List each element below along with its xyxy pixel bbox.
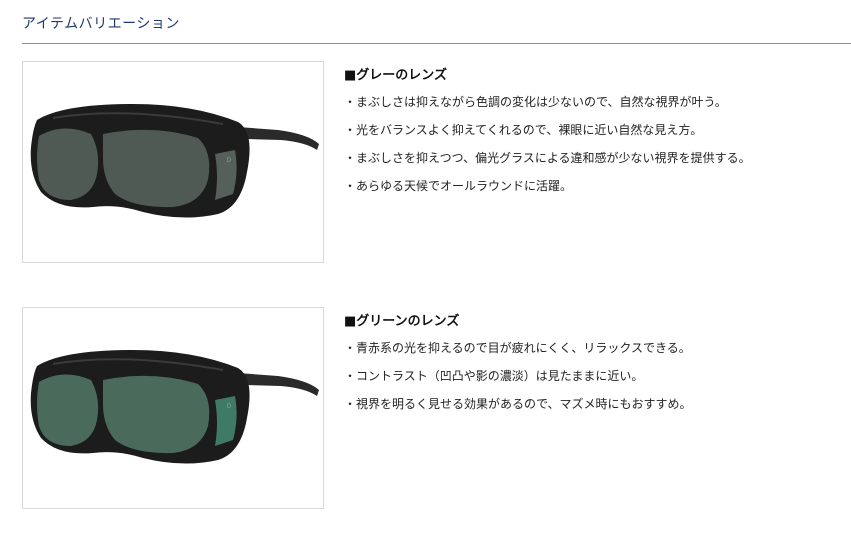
feature-item: ・青赤系の光を抑えるので目が疲れにくく、リラックスできる。: [344, 341, 691, 355]
feature-item: ・コントラスト（凹凸や影の濃淡）は見たままに近い。: [344, 369, 644, 383]
section-header: アイテムバリエーション: [22, 13, 851, 44]
item-description-green: ■グリーンのレンズ ・青赤系の光を抑えるので目が疲れにくく、リラックスできる。 …: [344, 312, 844, 424]
feature-item: ・視界を明るく見せる効果があるので、マズメ時にもおすすめ。: [344, 397, 692, 411]
feature-list: ・青赤系の光を抑えるので目が疲れにくく、リラックスできる。 ・コントラスト（凹凸…: [344, 340, 844, 412]
feature-item: ・あらゆる天候でオールラウンドに活躍。: [344, 179, 573, 193]
product-image-green: D: [22, 307, 324, 509]
lens-title: ■グリーンのレンズ: [344, 314, 460, 329]
feature-list: ・まぶしさは抑えながら色調の変化は少ないので、自然な視界が叶う。 ・光をバランス…: [344, 94, 844, 194]
feature-item: ・光をバランスよく抑えてくれるので、裸眼に近い自然な見え方。: [344, 123, 703, 137]
feature-item: ・まぶしさは抑えながら色調の変化は少ないので、自然な視界が叶う。: [344, 95, 727, 109]
sunglasses-green-illustration: D: [30, 350, 319, 464]
lens-title: ■グレーのレンズ: [344, 68, 448, 83]
item-green-lens: D ■グリーンのレンズ ・青赤系の光を抑えるので目が疲れにくく、リラックスできる…: [22, 307, 851, 509]
sunglasses-grey-illustration: D: [30, 104, 319, 218]
product-image-grey: D: [22, 61, 324, 263]
item-description-grey: ■グレーのレンズ ・まぶしさは抑えながら色調の変化は少ないので、自然な視界が叶う…: [344, 66, 844, 206]
item-grey-lens: D ■グレーのレンズ ・まぶしさは抑えながら色調の変化は少ないので、自然な視界が…: [22, 61, 851, 263]
section-title: アイテムバリエーション: [22, 16, 180, 32]
feature-item: ・まぶしさを抑えつつ、偏光グラスによる違和感が少ない視界を提供する。: [344, 151, 751, 165]
